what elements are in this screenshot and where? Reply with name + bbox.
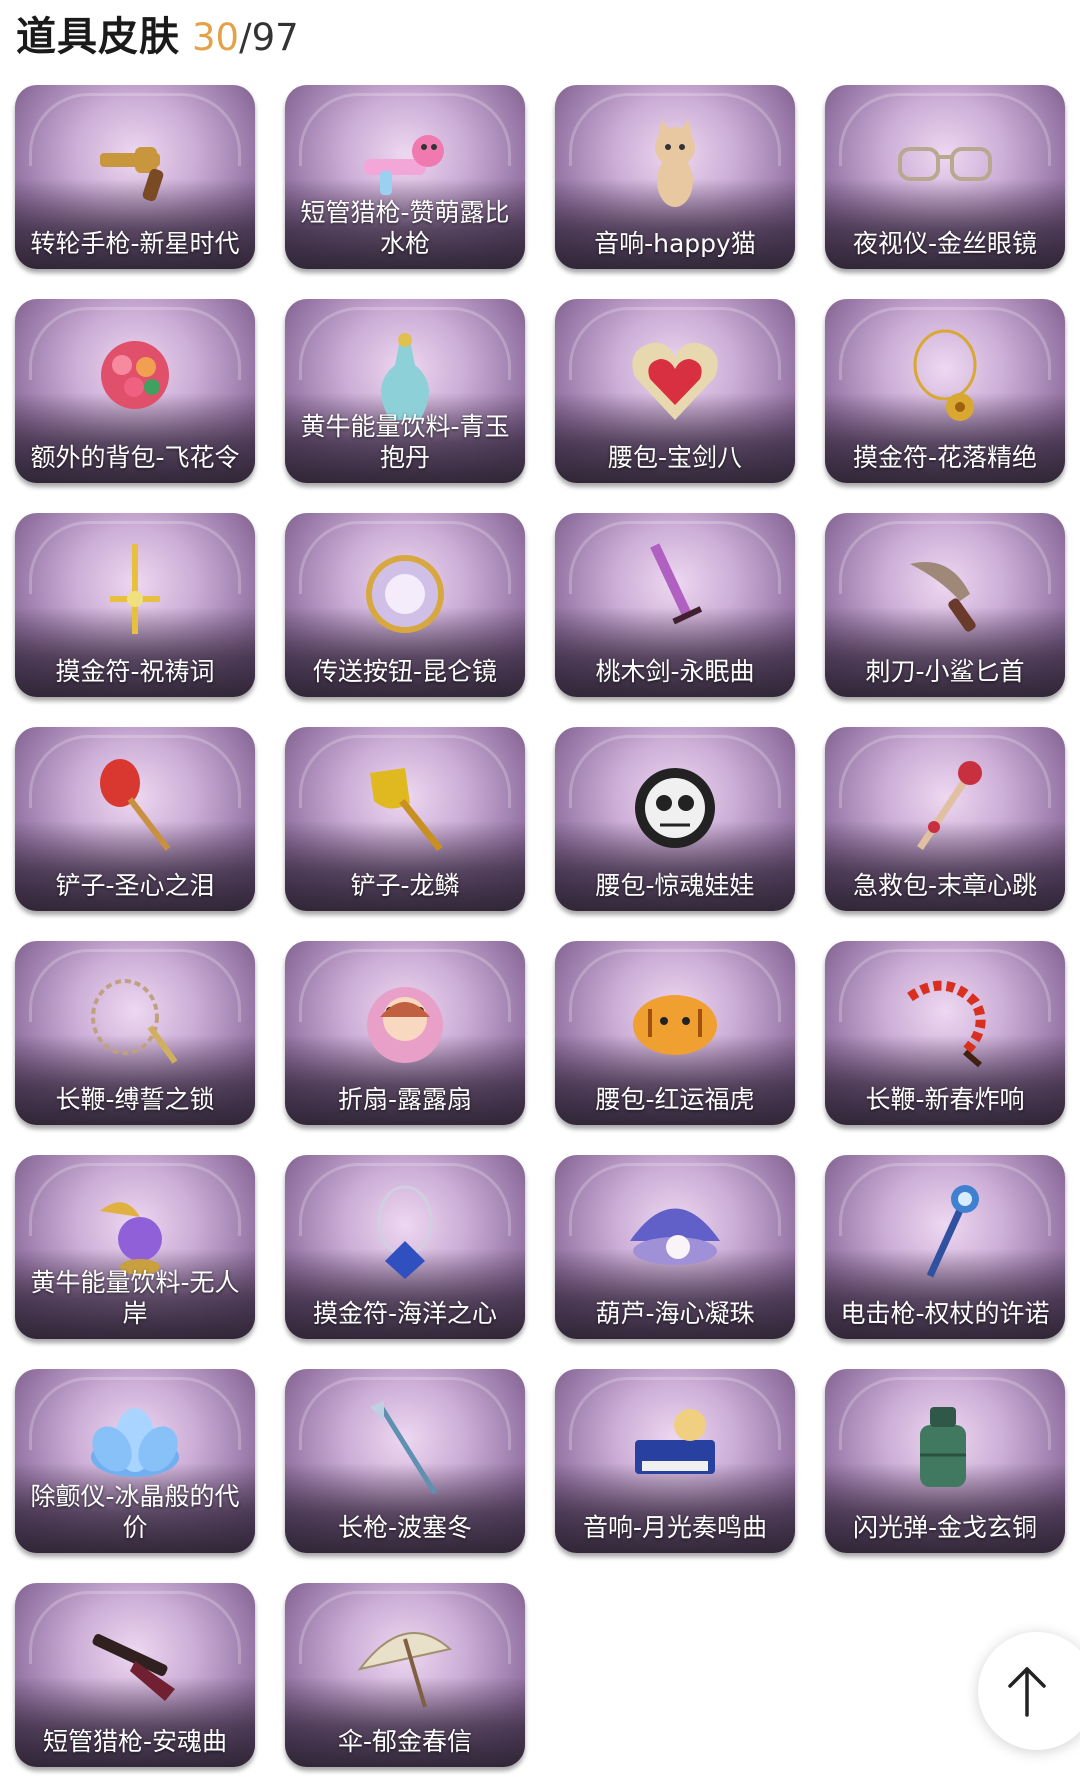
skin-card[interactable]: 黄牛能量饮料-青玉抱丹 bbox=[285, 299, 525, 483]
heart-badge-icon bbox=[620, 325, 730, 435]
skin-label: 短管猎枪-安魂曲 bbox=[42, 1727, 228, 1756]
tiger-pouch-icon bbox=[620, 967, 730, 1077]
skin-label: 转轮手枪-新星时代 bbox=[30, 229, 240, 258]
bronze-grenade-icon bbox=[890, 1395, 1000, 1505]
skin-card[interactable]: 短管猎枪-赞萌露比水枪 bbox=[285, 85, 525, 269]
trident-spear-icon bbox=[350, 1395, 460, 1505]
skin-card[interactable]: 摸金符-花落精绝 bbox=[825, 299, 1065, 483]
skin-card[interactable]: 夜视仪-金丝眼镜 bbox=[825, 85, 1065, 269]
skin-card[interactable]: 音响-月光奏鸣曲 bbox=[555, 1369, 795, 1553]
skin-label: 摸金符-花落精绝 bbox=[852, 443, 1038, 472]
skin-card[interactable]: 铲子-圣心之泪 bbox=[15, 727, 255, 911]
shark-knife-icon bbox=[890, 539, 1000, 649]
skin-card[interactable]: 音响-happy猫 bbox=[555, 85, 795, 269]
skin-label: 伞-郁金春信 bbox=[337, 1727, 473, 1756]
skin-card[interactable]: 传送按钮-昆仑镜 bbox=[285, 513, 525, 697]
cat-icon bbox=[620, 111, 730, 221]
revolver-icon bbox=[80, 111, 190, 221]
umbrella-icon bbox=[350, 1609, 460, 1719]
skin-card[interactable]: 长枪-波塞冬 bbox=[285, 1369, 525, 1553]
skin-card[interactable]: 桃木剑-永眠曲 bbox=[555, 513, 795, 697]
cross-pendant-icon bbox=[80, 539, 190, 649]
golden-flower-pendant-icon bbox=[890, 325, 1000, 435]
skin-card[interactable]: 除颤仪-冰晶般的代价 bbox=[15, 1369, 255, 1553]
skin-label: 闪光弹-金戈玄铜 bbox=[852, 1513, 1038, 1542]
skin-label: 刺刀-小鲨匕首 bbox=[865, 657, 1025, 686]
total-count: 97 bbox=[251, 16, 299, 59]
skin-card[interactable]: 摸金符-祝祷词 bbox=[15, 513, 255, 697]
chain-whip-icon bbox=[80, 967, 190, 1077]
count-separator: / bbox=[239, 16, 252, 59]
flower-bouquet-icon bbox=[80, 325, 190, 435]
piano-icon bbox=[620, 1395, 730, 1505]
skin-label: 葫芦-海心凝珠 bbox=[595, 1299, 755, 1328]
skin-card[interactable]: 闪光弹-金戈玄铜 bbox=[825, 1369, 1065, 1553]
skin-grid: 转轮手枪-新星时代 短管猎枪-赞萌露比水枪音响-happy猫 夜视仪-金丝眼镜额外的… bbox=[15, 85, 1071, 1767]
skin-card[interactable]: 摸金符-海洋之心 bbox=[285, 1155, 525, 1339]
skin-card[interactable]: 短管猎枪-安魂曲 bbox=[15, 1583, 255, 1767]
skin-card[interactable]: 长鞭-缚誓之锁 bbox=[15, 941, 255, 1125]
skin-label: 额外的背包-飞花令 bbox=[30, 443, 240, 472]
skin-card[interactable]: 折扇-露露扇 bbox=[285, 941, 525, 1125]
blue-scepter-icon bbox=[890, 1181, 1000, 1291]
arrow-up-icon bbox=[1008, 1667, 1046, 1717]
skin-card[interactable]: 长鞭-新春炸响 bbox=[825, 941, 1065, 1125]
page-header: 道具皮肤 30 / 97 bbox=[16, 4, 299, 60]
skin-label: 摸金符-海洋之心 bbox=[312, 1299, 498, 1328]
skin-card[interactable]: 铲子-龙鳞 bbox=[285, 727, 525, 911]
skin-label: 长鞭-缚誓之锁 bbox=[55, 1085, 215, 1114]
skin-label: 铲子-龙鳞 bbox=[350, 871, 460, 900]
red-shovel-icon bbox=[80, 753, 190, 863]
skin-label: 传送按钮-昆仑镜 bbox=[312, 657, 498, 686]
mirror-icon bbox=[350, 539, 460, 649]
skin-card[interactable]: 电击枪-权杖的许诺 bbox=[825, 1155, 1065, 1339]
sword-icon bbox=[620, 539, 730, 649]
skin-card[interactable]: 腰包-惊魂娃娃 bbox=[555, 727, 795, 911]
dark-shotgun-icon bbox=[80, 1609, 190, 1719]
firecracker-whip-icon bbox=[890, 967, 1000, 1077]
skin-card[interactable]: 腰包-红运福虎 bbox=[555, 941, 795, 1125]
skin-card[interactable]: 额外的背包-飞花令 bbox=[15, 299, 255, 483]
skin-card[interactable]: 腰包-宝剑八 bbox=[555, 299, 795, 483]
skin-label: 黄牛能量饮料-青玉抱丹 bbox=[300, 412, 510, 472]
skin-label: 音响-月光奏鸣曲 bbox=[582, 1513, 768, 1542]
skin-card[interactable]: 刺刀-小鲨匕首 bbox=[825, 513, 1065, 697]
glasses-icon bbox=[890, 111, 1000, 221]
skin-label: 腰包-惊魂娃娃 bbox=[595, 871, 755, 900]
skin-card[interactable]: 转轮手枪-新星时代 bbox=[15, 85, 255, 269]
skin-label: 夜视仪-金丝眼镜 bbox=[852, 229, 1038, 258]
skin-label: 铲子-圣心之泪 bbox=[55, 871, 215, 900]
skull-doll-icon bbox=[620, 753, 730, 863]
skin-card[interactable]: 伞-郁金春信 bbox=[285, 1583, 525, 1767]
skin-label: 黄牛能量饮料-无人岸 bbox=[30, 1268, 240, 1328]
skin-card[interactable]: 黄牛能量饮料-无人岸 bbox=[15, 1155, 255, 1339]
pearl-shell-icon bbox=[620, 1181, 730, 1291]
anime-girl-fan-icon bbox=[350, 967, 460, 1077]
skin-label: 短管猎枪-赞萌露比水枪 bbox=[300, 198, 510, 258]
blue-gem-pendant-icon bbox=[350, 1181, 460, 1291]
skin-label: 桃木剑-永眠曲 bbox=[595, 657, 755, 686]
skin-label: 摸金符-祝祷词 bbox=[55, 657, 215, 686]
skin-card[interactable]: 急救包-末章心跳 bbox=[825, 727, 1065, 911]
skin-label: 急救包-末章心跳 bbox=[852, 871, 1038, 900]
skin-card[interactable]: 葫芦-海心凝珠 bbox=[555, 1155, 795, 1339]
skin-label: 腰包-宝剑八 bbox=[607, 443, 743, 472]
skin-label: 长鞭-新春炸响 bbox=[865, 1085, 1025, 1114]
owned-count: 30 bbox=[192, 16, 240, 59]
skin-label: 除颤仪-冰晶般的代价 bbox=[30, 1482, 240, 1542]
skin-label: 长枪-波塞冬 bbox=[337, 1513, 473, 1542]
skin-label: 腰包-红运福虎 bbox=[595, 1085, 755, 1114]
skin-label: 折扇-露露扇 bbox=[337, 1085, 473, 1114]
page-title: 道具皮肤 bbox=[16, 14, 180, 60]
gold-shovel-icon bbox=[350, 753, 460, 863]
heart-scepter-icon bbox=[890, 753, 1000, 863]
skin-label: 电击枪-权杖的许诺 bbox=[840, 1299, 1050, 1328]
skin-label: 音响-happy猫 bbox=[594, 229, 756, 258]
